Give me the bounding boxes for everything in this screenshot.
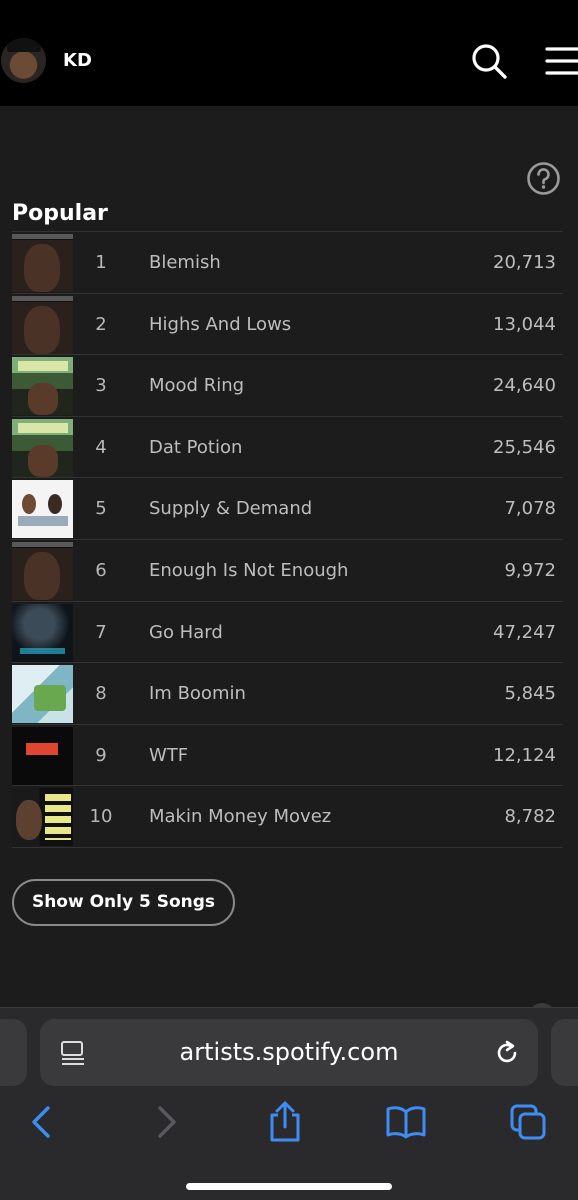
- track-title: Makin Money Movez: [149, 806, 332, 828]
- track-title: Blemish: [149, 252, 221, 273]
- track-rank: 3: [95, 375, 107, 397]
- album-art-thumbnail: [12, 418, 73, 477]
- help-question-icon[interactable]: [526, 161, 561, 196]
- tabs-icon[interactable]: [508, 1102, 548, 1142]
- artist-avatar[interactable]: [1, 38, 46, 83]
- track-title: Im Boomin: [149, 683, 246, 705]
- track-play-count: 13,044: [493, 313, 556, 335]
- address-bar[interactable]: artists.spotify.com: [40, 1019, 538, 1086]
- track-row[interactable]: 5 Supply & Demand 7,078: [12, 478, 563, 540]
- album-art-thumbnail: [12, 665, 73, 724]
- bookmarks-icon[interactable]: [385, 1104, 426, 1144]
- track-rank: 9: [95, 744, 107, 766]
- search-icon[interactable]: [470, 42, 508, 80]
- album-art-thumbnail: [12, 726, 73, 785]
- album-art-thumbnail: [12, 788, 73, 847]
- artist-name[interactable]: KD: [63, 50, 92, 71]
- reload-icon[interactable]: [493, 1039, 521, 1067]
- track-title: Mood Ring: [149, 375, 245, 397]
- track-play-count: 47,247: [493, 621, 556, 643]
- forward-icon[interactable]: [146, 1102, 186, 1142]
- track-play-count: 9,972: [504, 559, 556, 581]
- top-app-bar: KD: [0, 0, 578, 106]
- track-title: Supply & Demand: [149, 498, 313, 520]
- track-row[interactable]: 2 Highs And Lows 13,044: [12, 294, 563, 356]
- album-art-thumbnail: [12, 295, 73, 354]
- url-text[interactable]: artists.spotify.com: [40, 1019, 538, 1086]
- track-rank: 8: [95, 683, 107, 705]
- back-icon[interactable]: [22, 1102, 62, 1142]
- track-title: WTF: [149, 744, 189, 766]
- track-play-count: 24,640: [493, 375, 556, 397]
- track-play-count: 20,713: [493, 252, 556, 273]
- track-rank: 4: [95, 436, 107, 458]
- hamburger-menu-icon[interactable]: [544, 45, 578, 77]
- track-title: Highs And Lows: [149, 313, 292, 335]
- track-title: Dat Potion: [149, 436, 243, 458]
- album-art-thumbnail: [12, 234, 73, 292]
- track-play-count: 7,078: [504, 498, 556, 520]
- track-row[interactable]: 4 Dat Potion 25,546: [12, 417, 563, 479]
- track-row[interactable]: 1 Blemish 20,713: [12, 232, 563, 294]
- home-indicator: [186, 1183, 392, 1190]
- share-icon[interactable]: [265, 1100, 305, 1142]
- track-play-count: 8,782: [504, 806, 556, 828]
- track-row[interactable]: 9 WTF 12,124: [12, 725, 563, 787]
- track-row[interactable]: 7 Go Hard 47,247: [12, 602, 563, 664]
- track-row[interactable]: 3 Mood Ring 24,640: [12, 355, 563, 417]
- track-row[interactable]: 10 Makin Money Movez 8,782: [12, 786, 563, 848]
- track-rank: 10: [89, 806, 113, 828]
- track-play-count: 12,124: [493, 744, 556, 766]
- track-rank: 2: [95, 313, 107, 335]
- track-rank: 1: [95, 252, 107, 273]
- track-rank: 6: [95, 559, 107, 581]
- album-art-thumbnail: [12, 480, 73, 539]
- previous-tab-preview[interactable]: [0, 1019, 27, 1086]
- track-title: Go Hard: [149, 621, 223, 643]
- album-art-thumbnail: [12, 541, 73, 600]
- browser-toolbar: artists.spotify.com: [0, 1007, 578, 1200]
- track-play-count: 5,845: [504, 683, 556, 705]
- popular-section-title: Popular: [12, 201, 108, 226]
- album-art-thumbnail: [12, 357, 73, 416]
- track-rank: 7: [95, 621, 107, 643]
- track-rank: 5: [95, 498, 107, 520]
- next-tab-preview[interactable]: [551, 1019, 578, 1086]
- show-only-5-songs-button[interactable]: Show Only 5 Songs: [12, 879, 235, 926]
- track-title: Enough Is Not Enough: [149, 559, 349, 581]
- popular-track-list: 1 Blemish 20,713 2 Highs And Lows 13,044…: [12, 231, 563, 848]
- track-row[interactable]: 8 Im Boomin 5,845: [12, 663, 563, 725]
- track-play-count: 25,546: [493, 436, 556, 458]
- album-art-thumbnail: [12, 603, 73, 662]
- track-row[interactable]: 6 Enough Is Not Enough 9,972: [12, 540, 563, 602]
